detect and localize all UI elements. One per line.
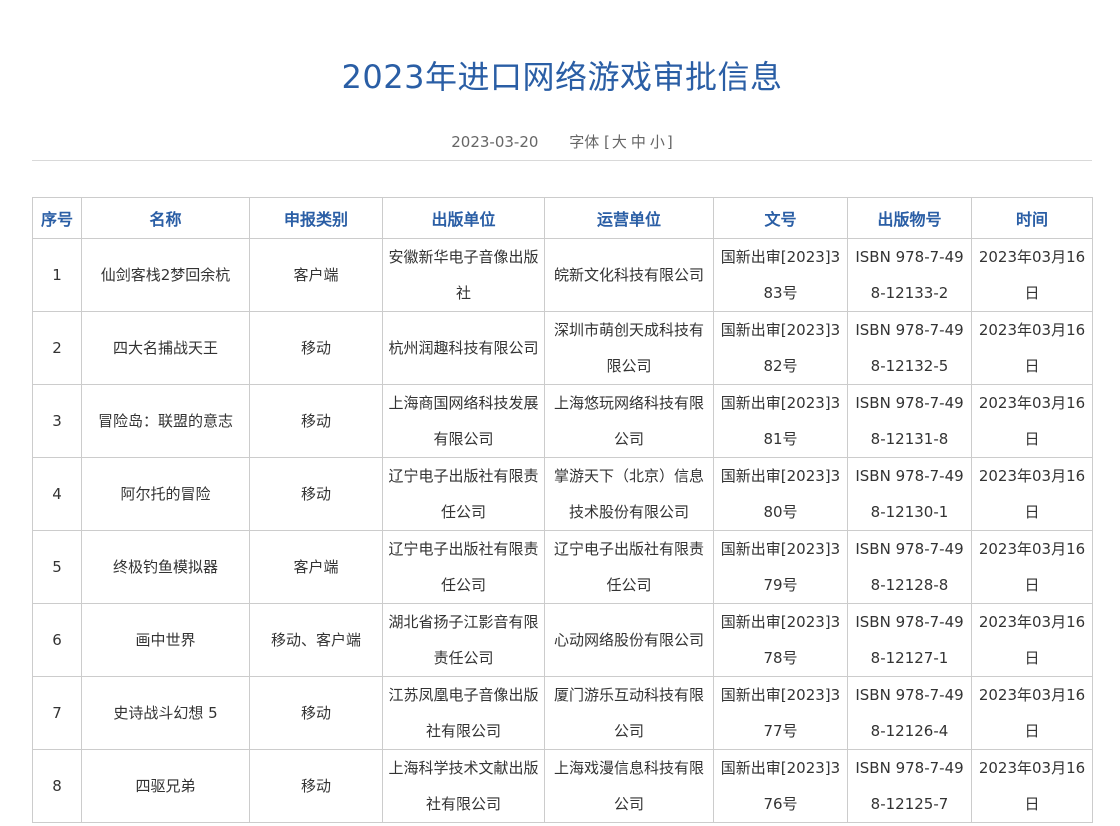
cell-operator: 心动网络股份有限公司 <box>544 603 714 677</box>
cell-number: 6 <box>32 603 82 677</box>
bracket-close: ] <box>666 133 673 151</box>
header-category: 申报类别 <box>249 197 383 239</box>
cell-document-number: 国新出审[2023]382号 <box>713 311 848 385</box>
table-row: 5 终极钓鱼模拟器 客户端 辽宁电子出版社有限责任公司 辽宁电子出版社有限责任公… <box>32 530 1093 604</box>
cell-publisher: 湖北省扬子江影音有限责任公司 <box>382 603 545 677</box>
cell-number: 4 <box>32 457 82 531</box>
cell-publisher: 安徽新华电子音像出版社 <box>382 238 545 312</box>
cell-operator: 深圳市萌创天成科技有限公司 <box>544 311 714 385</box>
cell-publisher: 上海科学技术文献出版社有限公司 <box>382 749 545 823</box>
cell-category: 移动 <box>249 311 383 385</box>
cell-publisher: 江苏凤凰电子音像出版社有限公司 <box>382 676 545 750</box>
cell-isbn: ISBN 978-7-498-12131-8 <box>847 384 972 458</box>
cell-name: 冒险岛：联盟的意志 <box>81 384 250 458</box>
cell-document-number: 国新出审[2023]381号 <box>713 384 848 458</box>
header-isbn: 出版物号 <box>847 197 972 239</box>
cell-date: 2023年03月16日 <box>971 311 1093 385</box>
cell-number: 5 <box>32 530 82 604</box>
cell-operator: 上海悠玩网络科技有限公司 <box>544 384 714 458</box>
cell-category: 移动 <box>249 384 383 458</box>
title-divider <box>32 160 1092 161</box>
cell-document-number: 国新出审[2023]378号 <box>713 603 848 677</box>
cell-document-number: 国新出审[2023]380号 <box>713 457 848 531</box>
cell-operator: 皖新文化科技有限公司 <box>544 238 714 312</box>
cell-document-number: 国新出审[2023]383号 <box>713 238 848 312</box>
table-row: 1 仙剑客栈2梦回余杭 客户端 安徽新华电子音像出版社 皖新文化科技有限公司 国… <box>32 238 1093 312</box>
cell-publisher: 辽宁电子出版社有限责任公司 <box>382 457 545 531</box>
cell-isbn: ISBN 978-7-498-12125-7 <box>847 749 972 823</box>
header-name: 名称 <box>81 197 250 239</box>
cell-isbn: ISBN 978-7-498-12130-1 <box>847 457 972 531</box>
bracket-open: [ <box>604 133 610 151</box>
cell-number: 3 <box>32 384 82 458</box>
page-title: 2023年进口网络游戏审批信息 <box>341 58 783 96</box>
header-operator: 运营单位 <box>544 197 714 239</box>
cell-number: 1 <box>32 238 82 312</box>
cell-document-number: 国新出审[2023]377号 <box>713 676 848 750</box>
font-size-small-button[interactable]: 小 <box>648 133 667 151</box>
article-meta: 2023-03-20 字体 [大中小] <box>0 131 1120 152</box>
cell-document-number: 国新出审[2023]379号 <box>713 530 848 604</box>
publish-date: 2023-03-20 <box>451 133 539 151</box>
cell-date: 2023年03月16日 <box>971 749 1093 823</box>
cell-document-number: 国新出审[2023]376号 <box>713 749 848 823</box>
cell-operator: 辽宁电子出版社有限责任公司 <box>544 530 714 604</box>
cell-category: 移动、客户端 <box>249 603 383 677</box>
approval-table-container: 序号 名称 申报类别 出版单位 运营单位 文号 出版物号 时间 1 仙剑客栈2梦… <box>32 197 1093 823</box>
cell-isbn: ISBN 978-7-498-12127-1 <box>847 603 972 677</box>
cell-category: 移动 <box>249 457 383 531</box>
cell-name: 终极钓鱼模拟器 <box>81 530 250 604</box>
cell-isbn: ISBN 978-7-498-12133-2 <box>847 238 972 312</box>
cell-operator: 厦门游乐互动科技有限公司 <box>544 676 714 750</box>
cell-publisher: 杭州润趣科技有限公司 <box>382 311 545 385</box>
cell-name: 仙剑客栈2梦回余杭 <box>81 238 250 312</box>
cell-date: 2023年03月16日 <box>971 238 1093 312</box>
cell-number: 2 <box>32 311 82 385</box>
table-row: 3 冒险岛：联盟的意志 移动 上海商国网络科技发展有限公司 上海悠玩网络科技有限… <box>32 384 1093 458</box>
cell-name: 四驱兄弟 <box>81 749 250 823</box>
cell-isbn: ISBN 978-7-498-12128-8 <box>847 530 972 604</box>
cell-date: 2023年03月16日 <box>971 603 1093 677</box>
cell-operator: 掌游天下（北京）信息技术股份有限公司 <box>544 457 714 531</box>
cell-category: 客户端 <box>249 238 383 312</box>
cell-date: 2023年03月16日 <box>971 530 1093 604</box>
table-row: 8 四驱兄弟 移动 上海科学技术文献出版社有限公司 上海戏漫信息科技有限公司 国… <box>32 749 1093 823</box>
cell-name: 画中世界 <box>81 603 250 677</box>
table-row: 6 画中世界 移动、客户端 湖北省扬子江影音有限责任公司 心动网络股份有限公司 … <box>32 603 1093 677</box>
font-size-label: 字体 <box>569 133 600 151</box>
cell-name: 阿尔托的冒险 <box>81 457 250 531</box>
font-size-medium-button[interactable]: 中 <box>629 133 648 151</box>
table-row: 4 阿尔托的冒险 移动 辽宁电子出版社有限责任公司 掌游天下（北京）信息技术股份… <box>32 457 1093 531</box>
cell-isbn: ISBN 978-7-498-12126-4 <box>847 676 972 750</box>
cell-publisher: 上海商国网络科技发展有限公司 <box>382 384 545 458</box>
cell-date: 2023年03月16日 <box>971 457 1093 531</box>
cell-category: 移动 <box>249 749 383 823</box>
table-header-row: 序号 名称 申报类别 出版单位 运营单位 文号 出版物号 时间 <box>32 197 1093 239</box>
cell-isbn: ISBN 978-7-498-12132-5 <box>847 311 972 385</box>
cell-name: 史诗战斗幻想 5 <box>81 676 250 750</box>
cell-operator: 上海戏漫信息科技有限公司 <box>544 749 714 823</box>
cell-category: 客户端 <box>249 530 383 604</box>
cell-date: 2023年03月16日 <box>971 384 1093 458</box>
cell-number: 8 <box>32 749 82 823</box>
header-date: 时间 <box>971 197 1093 239</box>
approval-table: 序号 名称 申报类别 出版单位 运营单位 文号 出版物号 时间 1 仙剑客栈2梦… <box>32 197 1093 823</box>
font-size-large-button[interactable]: 大 <box>610 133 629 151</box>
cell-name: 四大名捕战天王 <box>81 311 250 385</box>
table-row: 2 四大名捕战天王 移动 杭州润趣科技有限公司 深圳市萌创天成科技有限公司 国新… <box>32 311 1093 385</box>
cell-number: 7 <box>32 676 82 750</box>
cell-publisher: 辽宁电子出版社有限责任公司 <box>382 530 545 604</box>
cell-category: 移动 <box>249 676 383 750</box>
header-publisher: 出版单位 <box>382 197 545 239</box>
header-number: 序号 <box>32 197 82 239</box>
header-document-number: 文号 <box>713 197 848 239</box>
table-row: 7 史诗战斗幻想 5 移动 江苏凤凰电子音像出版社有限公司 厦门游乐互动科技有限… <box>32 676 1093 750</box>
cell-date: 2023年03月16日 <box>971 676 1093 750</box>
